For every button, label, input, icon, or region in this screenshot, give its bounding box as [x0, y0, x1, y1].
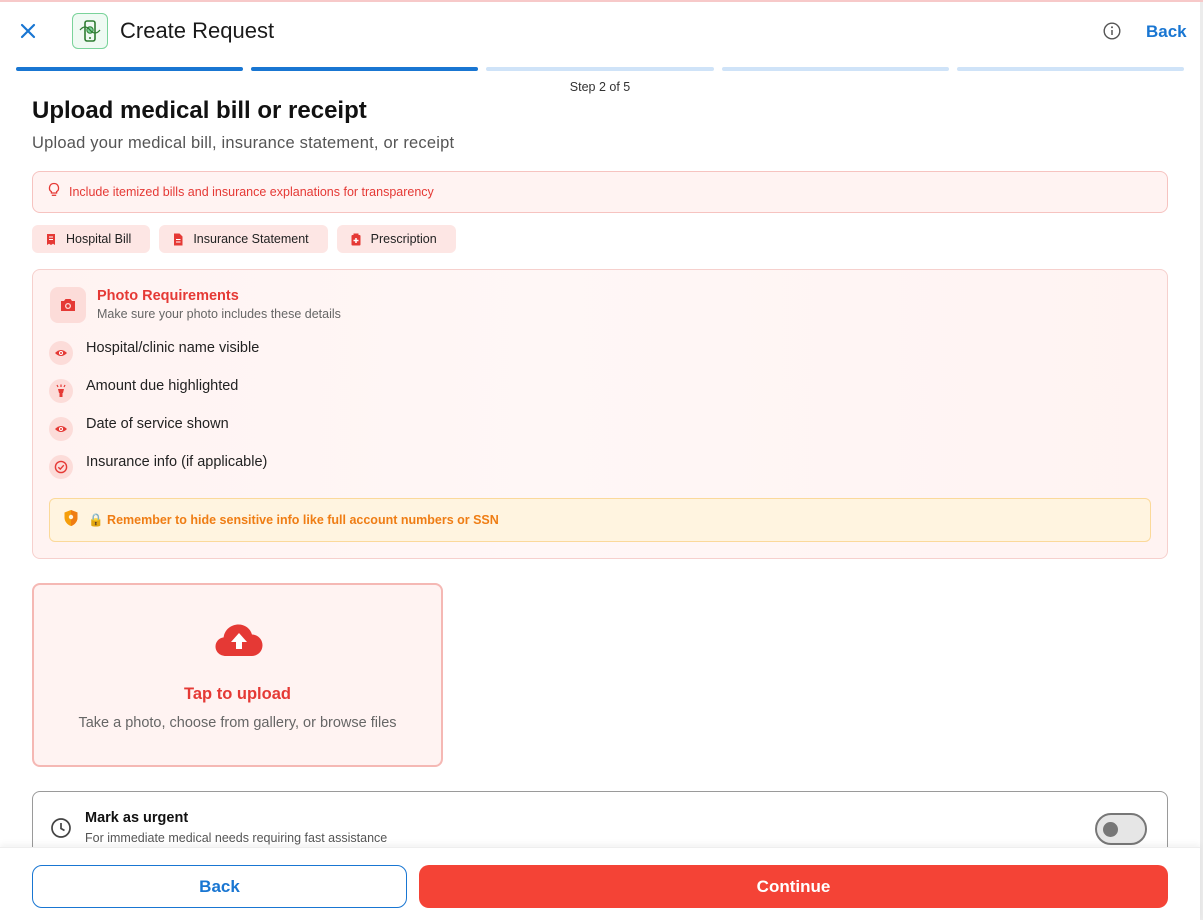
progress-segment-4: [721, 67, 949, 71]
requirement-label: Hospital/clinic name visible: [86, 340, 260, 356]
progress-segment-2: [251, 67, 479, 71]
header-back-button[interactable]: Back: [1146, 22, 1187, 42]
step-indicator: Step 2 of 5: [569, 80, 631, 94]
section-title: Upload medical bill or receipt: [32, 97, 367, 124]
continue-button[interactable]: Continue: [419, 865, 1168, 908]
tip-text: Include itemized bills and insurance exp…: [69, 185, 434, 199]
urgent-subtitle: For immediate medical needs requiring fa…: [85, 831, 388, 845]
document-type-chips: Hospital Bill Insurance Statement Prescr…: [32, 225, 456, 253]
cloud-upload-icon: [214, 623, 264, 664]
chip-hospital-bill[interactable]: Hospital Bill: [32, 225, 151, 253]
progress-segment-1: [16, 67, 244, 71]
progress-segment-5: [956, 67, 1185, 71]
chip-insurance-statement[interactable]: Insurance Statement: [159, 225, 328, 253]
upload-dropzone[interactable]: Tap to upload Take a photo, choose from …: [32, 583, 443, 767]
requirement-label: Insurance info (if applicable): [86, 454, 268, 470]
back-button[interactable]: Back: [32, 865, 407, 908]
urgent-title: Mark as urgent: [85, 810, 189, 826]
lightbulb-icon: [47, 182, 61, 203]
highlighter-icon: [49, 379, 73, 403]
requirement-item: Amount due highlighted: [49, 378, 238, 404]
app-logo: [72, 13, 108, 49]
eye-icon: [49, 417, 73, 441]
camera-icon: [50, 287, 86, 323]
chip-label: Hospital Bill: [66, 232, 132, 246]
medical-icon: [351, 233, 361, 245]
upload-title: Tap to upload: [184, 685, 291, 703]
requirement-label: Amount due highlighted: [86, 378, 239, 394]
requirement-item: Insurance info (if applicable): [49, 454, 267, 480]
toggle-knob: [1103, 822, 1118, 837]
warning-text: 🔒 Remember to hide sensitive info like f…: [88, 512, 499, 527]
info-icon[interactable]: [1103, 22, 1121, 40]
eye-icon: [49, 341, 73, 365]
step-progress-bar: [16, 67, 1185, 72]
section-subtitle: Upload your medical bill, insurance stat…: [32, 134, 455, 152]
header: Create Request Back: [0, 2, 1200, 62]
progress-segment-3: [486, 67, 714, 71]
chip-prescription[interactable]: Prescription: [336, 225, 456, 253]
requirement-item: Hospital/clinic name visible: [49, 340, 259, 366]
requirements-subtitle: Make sure your photo includes these deta…: [97, 307, 341, 321]
chip-label: Prescription: [370, 232, 437, 246]
upload-subtitle: Take a photo, choose from gallery, or br…: [78, 715, 397, 731]
photo-requirements-card: Photo Requirements Make sure your photo …: [32, 269, 1168, 559]
requirement-label: Date of service shown: [86, 416, 229, 432]
requirement-item: Date of service shown: [49, 416, 229, 442]
page-title: Create Request: [120, 18, 275, 43]
footer-actions: Back Continue: [0, 847, 1200, 920]
urgent-toggle[interactable]: [1095, 813, 1147, 845]
close-icon[interactable]: [16, 19, 40, 43]
tip-banner: Include itemized bills and insurance exp…: [32, 171, 1168, 213]
requirements-title: Photo Requirements: [97, 288, 239, 304]
clock-icon: [50, 817, 72, 844]
document-icon: [174, 233, 183, 245]
create-request-page: Create Request Back Step 2 of 5 Upload m…: [0, 0, 1203, 920]
shield-icon: [63, 509, 79, 532]
receipt-icon: [47, 233, 55, 245]
check-circle-icon: [49, 455, 73, 479]
sensitive-info-warning: 🔒 Remember to hide sensitive info like f…: [49, 498, 1151, 542]
chip-label: Insurance Statement: [193, 232, 309, 246]
